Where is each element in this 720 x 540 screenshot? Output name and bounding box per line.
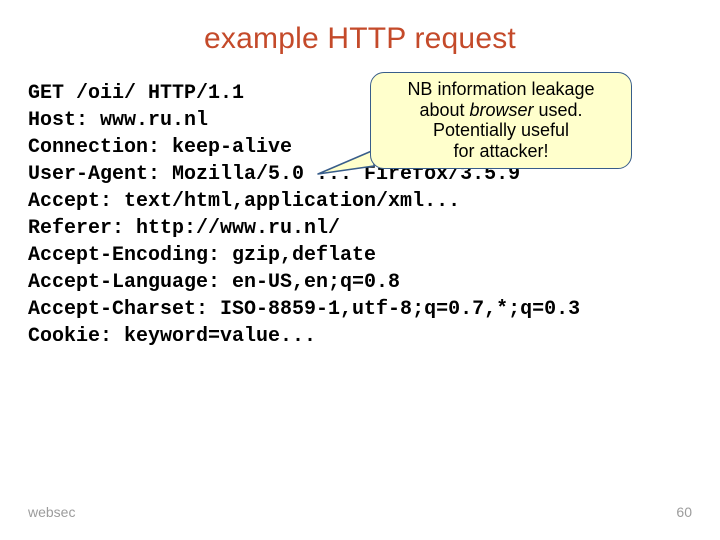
callout-line1: NB information leakage xyxy=(381,79,621,100)
slide: example HTTP request GET /oii/ HTTP/1.1 … xyxy=(0,0,720,540)
slide-number: 60 xyxy=(676,504,692,520)
callout-line2: about browser used. xyxy=(381,100,621,121)
slide-title: example HTTP request xyxy=(0,22,720,56)
footer-label: websec xyxy=(28,504,75,520)
callout-line3: Potentially useful xyxy=(381,120,621,141)
callout-bubble: NB information leakage about browser use… xyxy=(370,72,632,169)
callout-line4: for attacker! xyxy=(381,141,621,162)
